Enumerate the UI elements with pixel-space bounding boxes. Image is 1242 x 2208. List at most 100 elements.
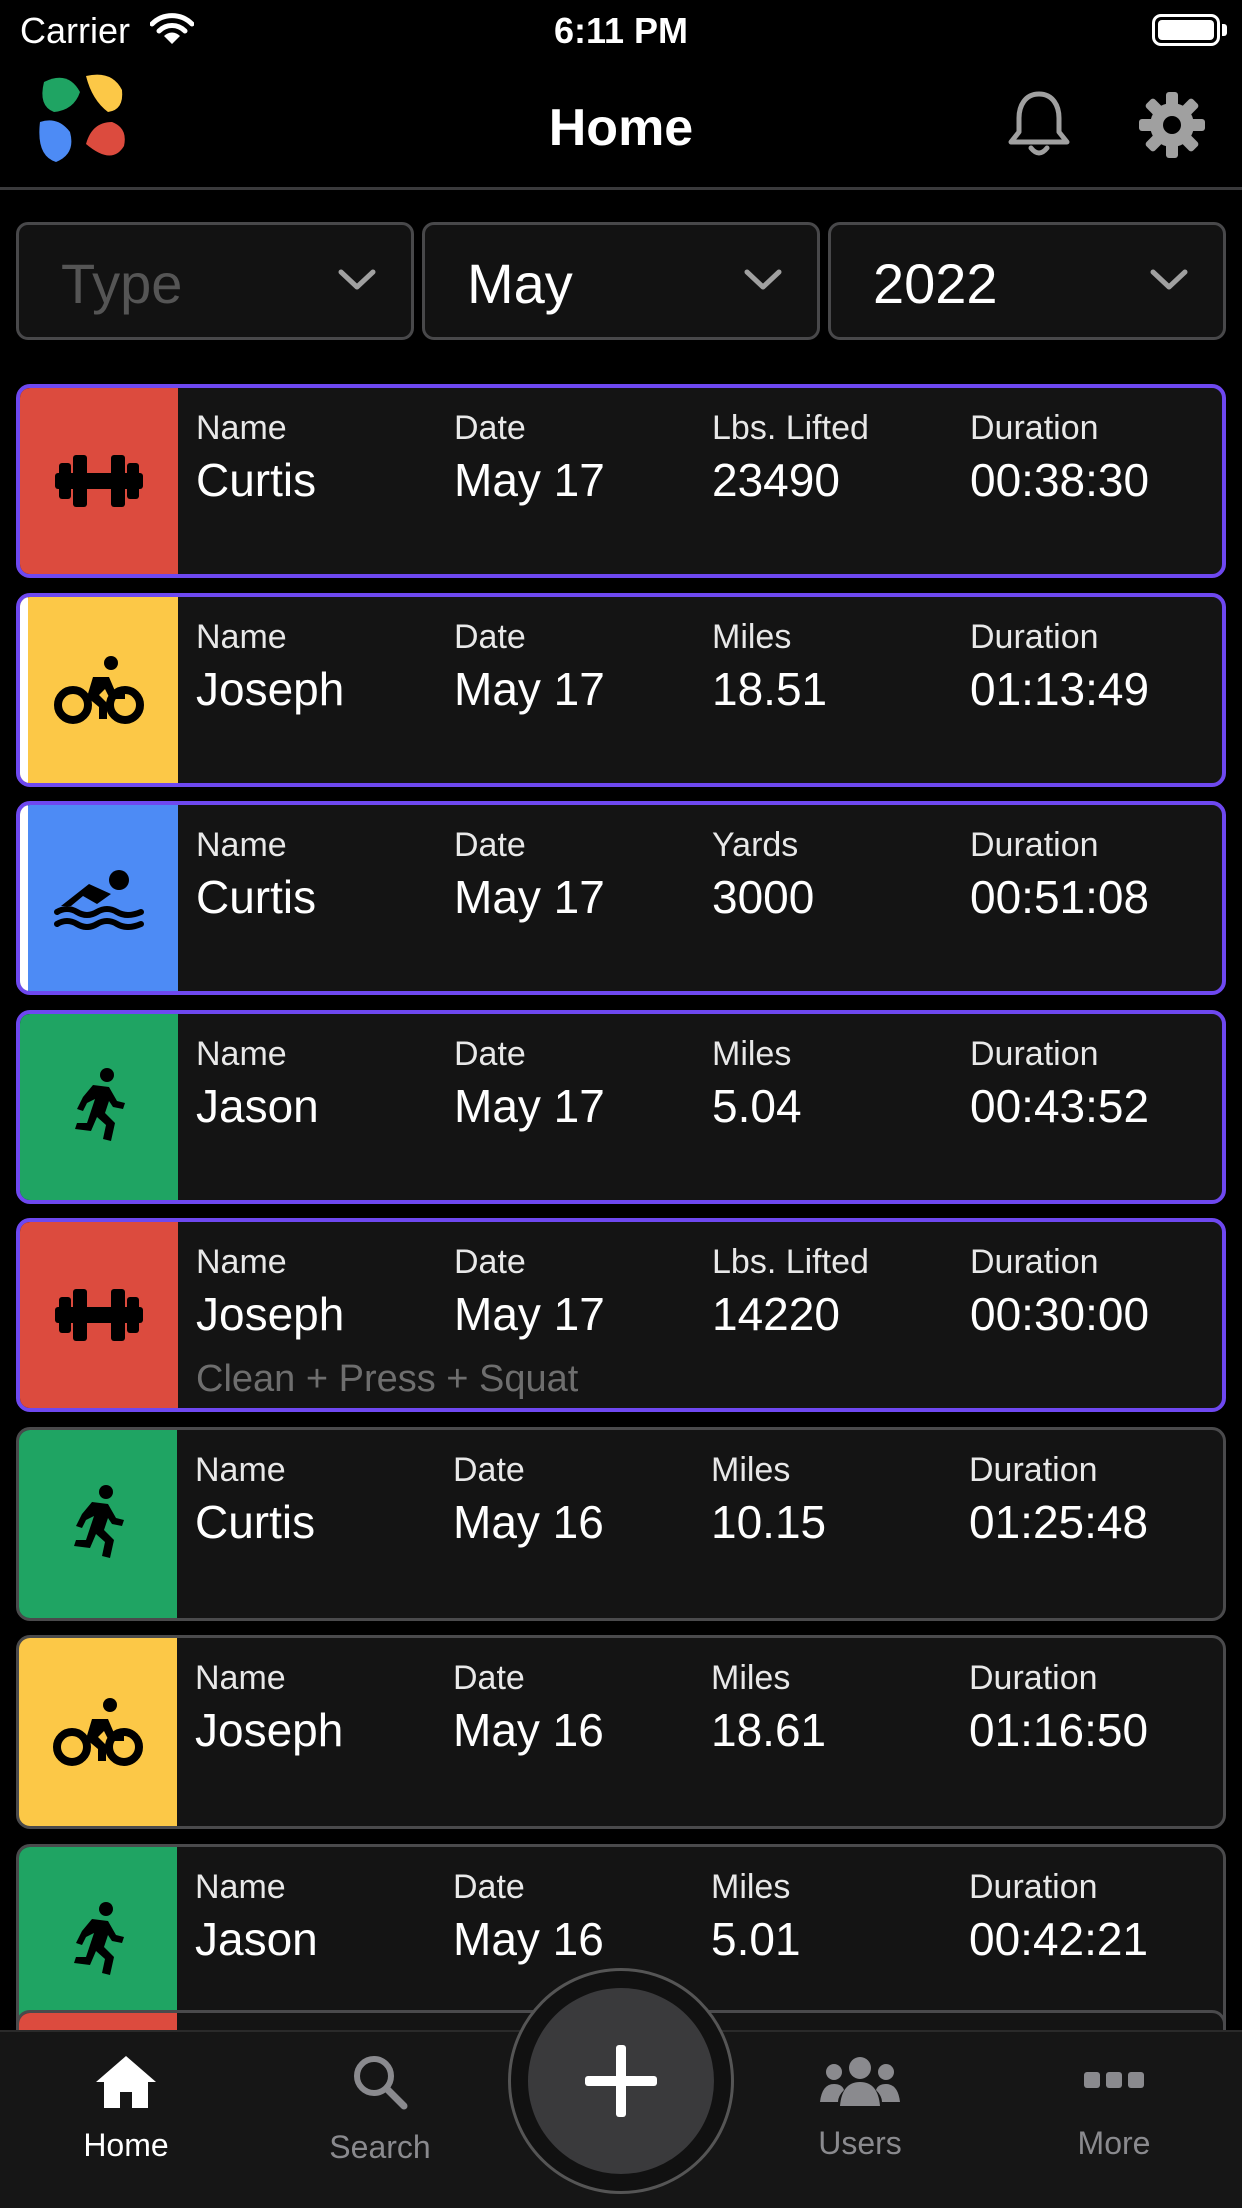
- activity-field-value: Joseph: [195, 1704, 344, 1756]
- activity-field: Yards 3000: [712, 825, 814, 927]
- activity-field: Duration 01:25:48: [969, 1450, 1148, 1552]
- swimming-icon: [20, 805, 178, 991]
- activity-field-value: 00:30:00: [970, 1288, 1150, 1340]
- activity-field-value: 00:43:52: [970, 1079, 1150, 1132]
- activity-field-value: 01:25:48: [969, 1495, 1149, 1548]
- running-icon: [19, 1430, 177, 1618]
- activity-field: Date May 16: [453, 1450, 604, 1552]
- activity-field: Date May 17: [454, 617, 605, 719]
- plus-icon: [585, 2045, 657, 2117]
- activity-field-value: May 16: [453, 1495, 604, 1548]
- users-icon: [820, 2057, 900, 2106]
- activity-field-value: Curtis: [195, 1495, 316, 1548]
- search-icon: [354, 2056, 408, 2110]
- activity-field-label: Duration: [970, 409, 1099, 447]
- activity-field: Miles 10.15: [711, 1450, 826, 1552]
- activity-card[interactable]: Name Joseph Date May 17 Miles 18.51 Duration 01…: [16, 592, 1226, 787]
- status-time: 6:11 PM: [553, 10, 689, 51]
- activity-field: Duration 01:13:49: [970, 617, 1149, 719]
- year-filter-dropdown[interactable]: 2022: [828, 222, 1226, 340]
- tab-more[interactable]: More: [1024, 2052, 1204, 2162]
- activity-field: Miles 5.01: [711, 1867, 801, 1969]
- activity-field-label: Name: [196, 826, 287, 864]
- activity-field-value: Curtis: [196, 871, 317, 923]
- activity-field: Duration 00:30:00: [970, 1242, 1149, 1344]
- activity-field: Name Joseph: [195, 1658, 343, 1760]
- activity-field: Date May 16: [453, 1867, 604, 1969]
- status-bar: Carrier 6:11 PM: [0, 0, 1242, 62]
- activity-field-value: 10.15: [711, 1495, 827, 1548]
- activity-field-label: Name: [196, 409, 287, 447]
- activity-field-label: Lbs. Lifted: [712, 1243, 869, 1281]
- activity-field: Miles 18.61: [711, 1658, 826, 1760]
- activity-field-value: May 17: [454, 1288, 605, 1340]
- activity-field-label: Yards: [712, 826, 799, 864]
- running-icon: [19, 1847, 177, 2035]
- activity-field: Date May 17: [454, 825, 605, 927]
- activity-field-label: Miles: [711, 1867, 791, 1906]
- activity-field-value: May 16: [453, 1704, 604, 1756]
- activity-field-value: 23490: [712, 454, 840, 506]
- add-activity-button[interactable]: [528, 1988, 714, 2174]
- activity-field-label: Miles: [711, 1450, 791, 1489]
- activity-field: Date May 17: [454, 1034, 605, 1136]
- cycling-icon: [20, 597, 178, 783]
- tab-home[interactable]: Home: [36, 2052, 216, 2164]
- activity-field-label: Date: [453, 1450, 525, 1489]
- activity-field-label: Duration: [970, 617, 1099, 656]
- chevron-down-icon: [743, 267, 783, 298]
- activity-card[interactable]: Name Joseph Date May 17 Lbs. Lifted 14220 Dura…: [16, 1218, 1226, 1412]
- activity-field-value: May 17: [454, 662, 605, 715]
- tab-users[interactable]: Users: [770, 2052, 950, 2162]
- activity-field: Miles 5.04: [712, 1034, 802, 1136]
- activity-field-label: Duration: [969, 1867, 1098, 1906]
- activity-field-value: 01:16:50: [969, 1704, 1149, 1756]
- battery-icon: [1152, 14, 1220, 46]
- month-filter-dropdown[interactable]: May: [422, 222, 820, 340]
- activity-field: Name Joseph: [196, 617, 344, 719]
- activity-field: Date May 16: [453, 1658, 604, 1760]
- activity-field: Name Jason: [195, 1867, 318, 1969]
- tab-search[interactable]: Search: [290, 2052, 470, 2166]
- activity-field-value: Joseph: [196, 662, 345, 715]
- activity-field-label: Date: [453, 1659, 525, 1697]
- tab-users-label: Users: [818, 2125, 902, 2161]
- activity-field-label: Date: [454, 826, 526, 864]
- activity-card[interactable]: Name Joseph Date May 16 Miles 18.61 Duration 01…: [16, 1635, 1226, 1829]
- activity-field: Miles 18.51: [712, 617, 827, 719]
- activity-card[interactable]: Name Curtis Date May 17 Yards 3000 Duration 00:…: [16, 801, 1226, 995]
- activity-card[interactable]: Name Jason Date May 17 Miles 5.04 Duration 00:4…: [16, 1009, 1226, 1204]
- activity-field-value: May 17: [454, 454, 605, 506]
- activity-field-value: Curtis: [196, 454, 317, 506]
- activity-field-label: Duration: [970, 1034, 1099, 1073]
- type-filter-dropdown[interactable]: Type: [16, 222, 414, 340]
- activity-card[interactable]: Name Curtis Date May 16 Miles 10.15 Duration 01…: [16, 1426, 1226, 1621]
- tab-home-label: Home: [83, 2127, 169, 2163]
- activity-field-value: 5.04: [712, 1079, 802, 1132]
- chevron-down-icon: [337, 267, 377, 298]
- activity-field-value: Joseph: [196, 1288, 345, 1340]
- activity-field-value: 01:13:49: [970, 662, 1150, 715]
- activity-field: Duration 00:38:30: [970, 408, 1149, 510]
- activity-field-label: Duration: [969, 1659, 1098, 1697]
- activity-field: Name Curtis: [195, 1450, 315, 1552]
- activity-field-label: Date: [454, 409, 526, 447]
- activity-field-label: Duration: [970, 826, 1099, 864]
- activity-field: Duration 00:43:52: [970, 1034, 1149, 1136]
- activity-field-value: May 16: [453, 1912, 604, 1965]
- activity-field-label: Duration: [969, 1450, 1098, 1489]
- activity-field-label: Name: [195, 1450, 286, 1489]
- gear-icon[interactable]: [1137, 90, 1207, 165]
- activity-field-value: Jason: [195, 1912, 318, 1965]
- bell-icon[interactable]: [1003, 88, 1075, 165]
- month-filter-value: May: [467, 252, 573, 315]
- activity-field-label: Name: [196, 617, 287, 656]
- home-icon: [96, 2056, 156, 2108]
- activity-field: Date May 17: [454, 408, 605, 510]
- activity-field-value: May 17: [454, 1079, 605, 1132]
- activity-field: Name Jason: [196, 1034, 319, 1136]
- nav-bar: Home: [0, 62, 1242, 190]
- activity-note: Clean + Press + Squat: [196, 1358, 579, 1400]
- activity-card[interactable]: Name Curtis Date May 17 Lbs. Lifted 23490 Dura…: [16, 384, 1226, 578]
- tab-search-label: Search: [329, 2129, 431, 2165]
